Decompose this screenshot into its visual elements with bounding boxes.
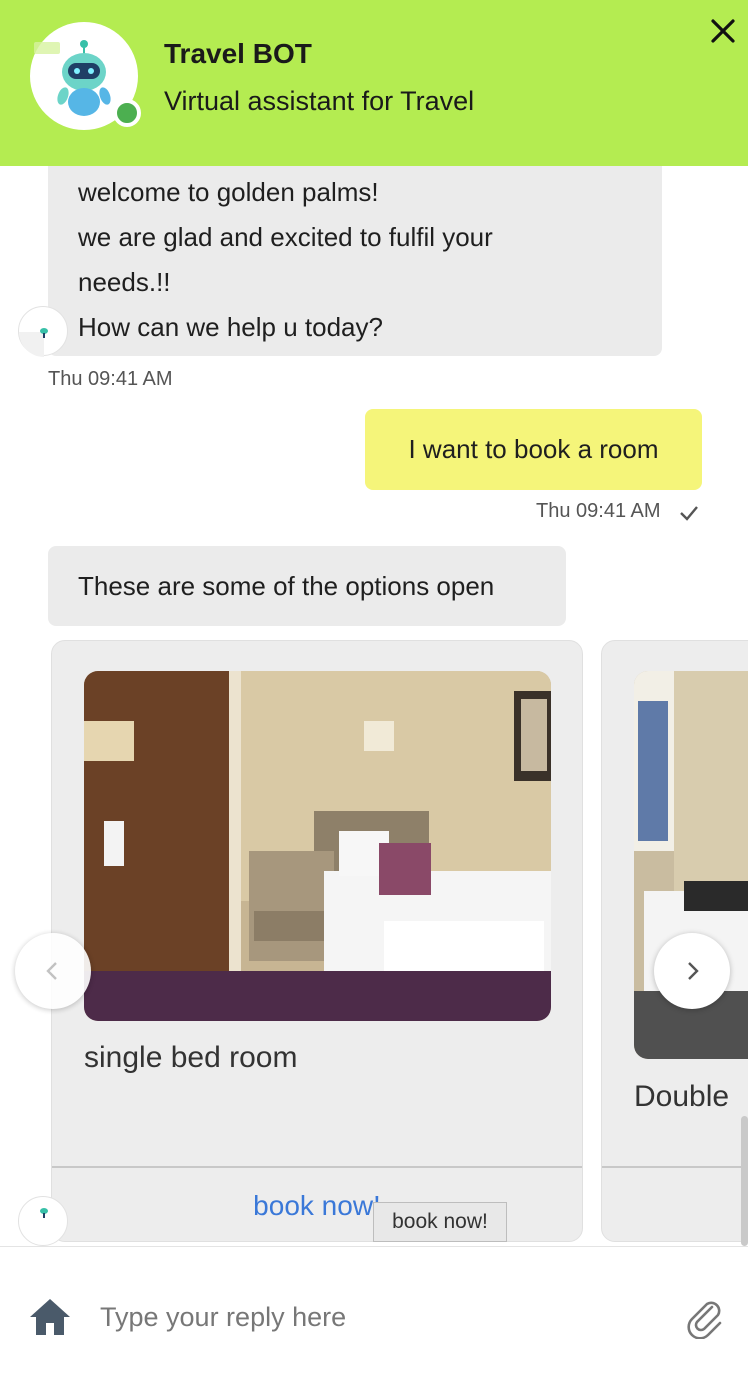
card-title: single bed room xyxy=(84,1041,298,1074)
home-icon xyxy=(30,1299,70,1335)
chat-header: Travel BOT Virtual assistant for Travel xyxy=(0,0,748,166)
reply-input[interactable] xyxy=(100,1291,660,1343)
bot-message-line: welcome to golden palms! xyxy=(78,177,379,207)
robot-icon xyxy=(40,1208,48,1218)
paperclip-icon xyxy=(687,1301,722,1340)
home-button[interactable] xyxy=(28,1295,72,1339)
bot-mini-avatar xyxy=(18,1196,68,1246)
carousel-card: single bed room book now! xyxy=(51,640,583,1242)
bot-message-text: These are some of the options open xyxy=(78,571,495,601)
bot-message-line: needs.!! xyxy=(78,267,171,297)
bot-mini-avatar xyxy=(18,306,68,357)
bot-message-line: we are glad and excited to fulfil your xyxy=(78,222,493,252)
chevron-left-icon xyxy=(46,962,57,980)
chevron-right-icon xyxy=(688,962,699,980)
bot-name: Travel BOT xyxy=(164,38,312,69)
card-title: Double xyxy=(634,1080,730,1113)
message-timestamp: Thu 09:41 AM xyxy=(536,500,661,522)
room-image xyxy=(84,671,551,1021)
attach-button[interactable] xyxy=(682,1295,726,1340)
reply-bar xyxy=(0,1246,748,1386)
bot-message-text: welcome to golden palms! we are glad and… xyxy=(78,170,493,350)
close-icon xyxy=(711,19,735,43)
user-message: I want to book a room xyxy=(365,409,702,490)
tooltip: book now! xyxy=(373,1202,507,1242)
bot-message: These are some of the options open xyxy=(48,546,566,626)
close-button[interactable] xyxy=(706,14,740,48)
bot-message-line: How can we help u today? xyxy=(78,312,383,342)
card-divider xyxy=(602,1166,748,1168)
check-icon xyxy=(680,506,698,521)
message-timestamp: Thu 09:41 AM xyxy=(48,368,173,390)
bot-message: welcome to golden palms! we are glad and… xyxy=(48,166,662,356)
bot-subtitle: Virtual assistant for Travel xyxy=(164,86,475,116)
robot-icon xyxy=(19,328,48,357)
chat-messages[interactable]: welcome to golden palms! we are glad and… xyxy=(0,166,748,1246)
carousel-prev-button[interactable] xyxy=(15,933,91,1009)
carousel-next-button[interactable] xyxy=(654,933,730,1009)
online-status-dot xyxy=(113,99,141,127)
user-message-text: I want to book a room xyxy=(408,434,659,464)
scrollbar[interactable] xyxy=(741,1116,748,1246)
